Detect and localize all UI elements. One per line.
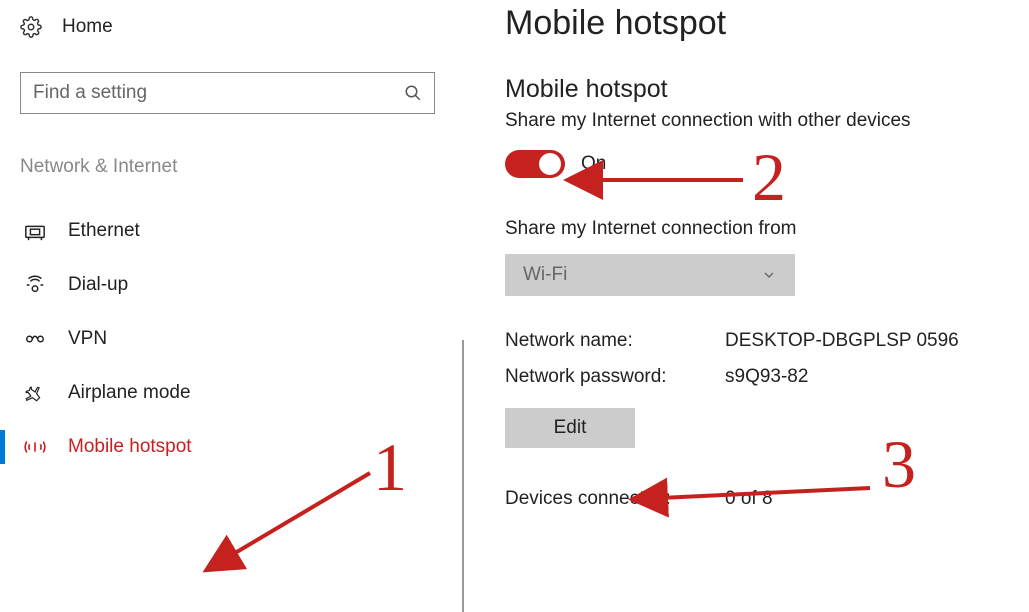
annotation-arrow-1 bbox=[215, 468, 375, 573]
gear-icon bbox=[20, 16, 42, 38]
ethernet-icon bbox=[24, 220, 46, 242]
search-box[interactable] bbox=[20, 72, 435, 114]
dialup-icon bbox=[24, 274, 46, 296]
section-subtitle: Mobile hotspot bbox=[505, 75, 1019, 104]
sidebar-item-hotspot[interactable]: Mobile hotspot bbox=[20, 424, 435, 470]
annotation-arrow-3 bbox=[648, 482, 878, 511]
toggle-knob bbox=[539, 153, 561, 175]
page-title: Mobile hotspot bbox=[505, 4, 1019, 43]
home-button[interactable]: Home bbox=[20, 10, 435, 44]
sidebar-item-label: Ethernet bbox=[68, 220, 140, 242]
network-name-label: Network name: bbox=[505, 330, 725, 352]
airplane-icon bbox=[24, 382, 46, 404]
hotspot-icon bbox=[24, 436, 46, 458]
divider-line bbox=[462, 340, 464, 612]
dropdown-value: Wi-Fi bbox=[523, 264, 567, 286]
network-password-label: Network password: bbox=[505, 366, 725, 388]
share-from-dropdown[interactable]: Wi-Fi bbox=[505, 254, 795, 296]
chevron-down-icon bbox=[761, 267, 777, 283]
nav-list: Ethernet Dial-up VPN bbox=[20, 208, 435, 470]
content: Mobile hotspot Mobile hotspot Share my I… bbox=[455, 0, 1029, 612]
sidebar-item-airplane[interactable]: Airplane mode bbox=[20, 370, 435, 416]
hotspot-toggle[interactable] bbox=[505, 150, 565, 178]
edit-button[interactable]: Edit bbox=[505, 408, 635, 448]
vpn-icon bbox=[24, 328, 46, 350]
sidebar-item-vpn[interactable]: VPN bbox=[20, 316, 435, 362]
sidebar-item-dialup[interactable]: Dial-up bbox=[20, 262, 435, 308]
network-name-value: DESKTOP-DBGPLSP 0596 bbox=[725, 330, 1019, 352]
sidebar-item-label: Airplane mode bbox=[68, 382, 191, 404]
search-input[interactable] bbox=[33, 82, 396, 104]
share-description: Share my Internet connection with other … bbox=[505, 110, 1019, 132]
sidebar-item-label: Mobile hotspot bbox=[68, 436, 192, 458]
sidebar-item-ethernet[interactable]: Ethernet bbox=[20, 208, 435, 254]
sidebar-item-label: VPN bbox=[68, 328, 107, 350]
share-from-label: Share my Internet connection from bbox=[505, 218, 1019, 240]
section-header: Network & Internet bbox=[20, 156, 435, 178]
home-label: Home bbox=[62, 16, 113, 38]
sidebar-item-label: Dial-up bbox=[68, 274, 128, 296]
annotation-arrow-2 bbox=[583, 168, 753, 197]
search-icon bbox=[404, 84, 422, 102]
network-password-value: s9Q93-82 bbox=[725, 366, 1019, 388]
